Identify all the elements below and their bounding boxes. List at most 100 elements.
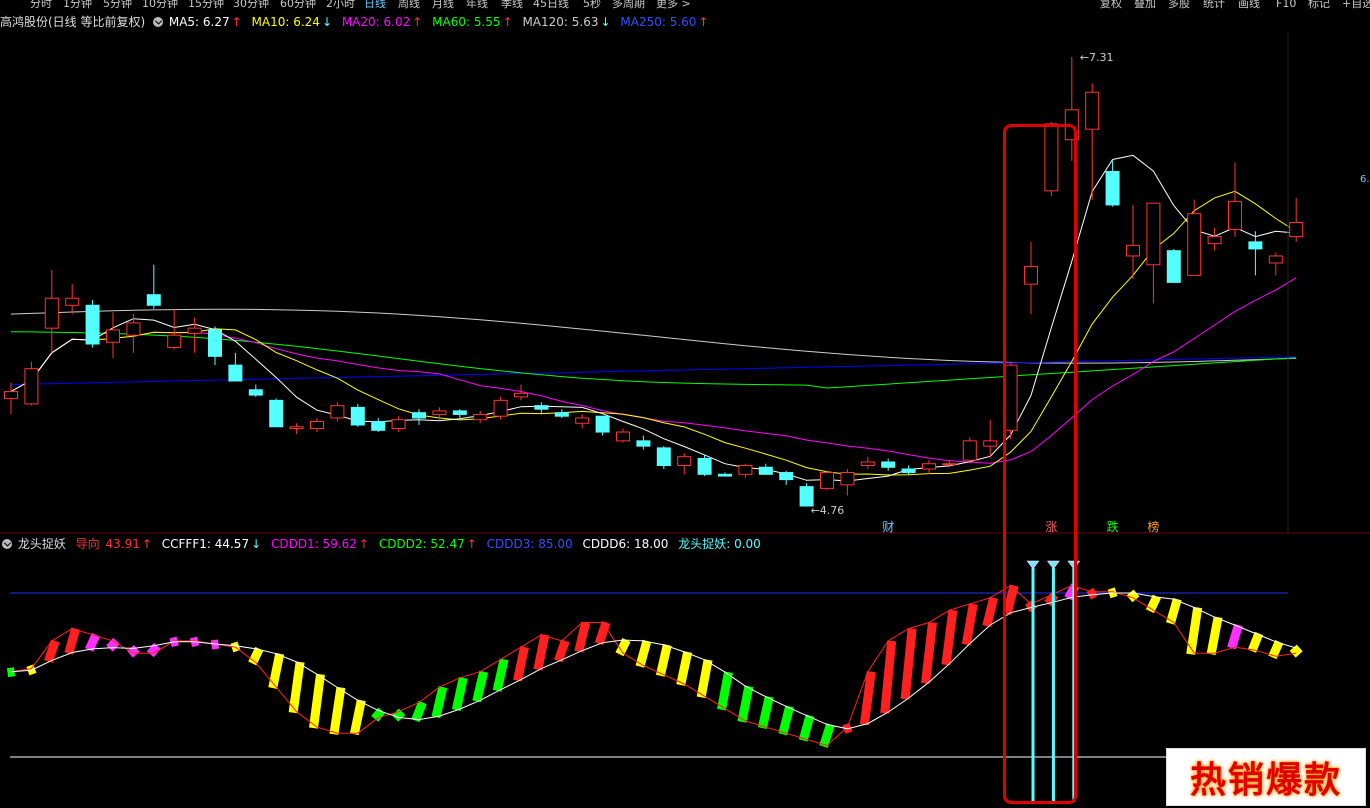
timeframe-tab[interactable]: 日线 <box>364 0 386 9</box>
event-marker: 涨 <box>1045 519 1057 534</box>
toolbar-action-button[interactable]: 统计 <box>1203 0 1225 9</box>
candle-body <box>1166 250 1181 283</box>
candle <box>881 458 896 471</box>
indicator-bar <box>533 633 550 671</box>
daoxiang-trend: ↑ <box>141 537 152 551</box>
timeframe-tab[interactable]: 多周期 <box>612 0 645 9</box>
diamond-icon <box>1067 560 1081 570</box>
diamond-icon <box>1046 560 1060 570</box>
candle-body <box>656 447 671 467</box>
indicator-bar <box>451 676 468 712</box>
toolbar-action-button[interactable]: 叠加 <box>1134 0 1156 9</box>
candle-body <box>718 473 732 477</box>
price-chart-panel[interactable]: ←7.31 ←4.76 财 涨 跌 榜 <box>0 32 1370 534</box>
cddd1-trend: ↑ <box>358 537 369 551</box>
timeframe-tab[interactable]: 5分钟 <box>103 0 132 9</box>
toolbar-action-button[interactable]: F10 <box>1276 0 1296 9</box>
cddd1-value: CDDD1: 59.62 <box>270 537 357 551</box>
candle-body <box>697 457 712 475</box>
indicator-bar <box>64 627 81 655</box>
ma5-value: MA5: 6.27 <box>168 15 230 29</box>
indicator-chart[interactable] <box>0 554 1370 808</box>
candle <box>758 463 773 475</box>
indicator-bar <box>1186 606 1203 655</box>
candle <box>575 414 590 429</box>
candle-body <box>473 413 488 421</box>
candle <box>820 470 834 491</box>
candle <box>391 416 406 433</box>
candle <box>1044 122 1059 197</box>
candle-body <box>126 322 141 336</box>
candle-body <box>1248 241 1263 250</box>
candle-body <box>860 461 875 467</box>
timeframe-tab[interactable]: 更多 > <box>656 0 691 9</box>
toolbar-action-button[interactable]: 画线 <box>1238 0 1260 9</box>
indicator-bar <box>329 686 346 735</box>
candle-body <box>1187 213 1202 276</box>
indicator-bar <box>737 685 754 723</box>
timeframe-tab[interactable]: 45日线 <box>533 0 569 9</box>
timeframe-tab[interactable]: 年线 <box>466 0 488 9</box>
main-chart-header: 高鸿股份(日线 等比前复权) MA5: 6.27 ↑ MA10: 6.24 ↓ MA… <box>0 12 711 32</box>
candle-body <box>350 406 365 426</box>
indicator-bar <box>696 658 713 699</box>
timeframe-tab[interactable]: 月线 <box>432 0 454 9</box>
candlestick-chart[interactable]: ←7.31 ←4.76 财 涨 跌 榜 <box>0 32 1370 534</box>
candle <box>1003 363 1018 440</box>
toolbar-action-button[interactable]: 多股 <box>1168 0 1190 9</box>
candle-body <box>1268 255 1283 264</box>
timeframe-tab[interactable]: 季线 <box>501 0 523 9</box>
indicator-dropdown-icon[interactable] <box>2 539 12 549</box>
timeframe-tab[interactable]: 15分钟 <box>188 0 224 9</box>
timeframe-tab[interactable]: 60分钟 <box>280 0 316 9</box>
timeframe-tab[interactable]: 2小时 <box>326 0 355 9</box>
timeframe-tab[interactable]: 10分钟 <box>142 0 178 9</box>
timeframe-tab[interactable]: 5秒 <box>583 0 601 9</box>
candle <box>146 264 161 309</box>
candle <box>1064 57 1079 161</box>
timeframe-toolbar: 分时 1分钟 5分钟 10分钟 15分钟 30分钟 60分钟 2小时 日线 周线 月线 年线 季线 45日… <box>0 0 1370 12</box>
ma5-trend: ↑ <box>231 15 242 29</box>
indicator-bar <box>676 650 693 686</box>
timeframe-tab[interactable]: 分时 <box>30 0 52 9</box>
candle <box>1146 202 1161 304</box>
high-price-label: ←7.31 <box>1080 51 1114 64</box>
indicator-bar <box>798 714 815 742</box>
indicator-chart-panel[interactable] <box>0 554 1370 808</box>
candle <box>1085 83 1100 200</box>
ma120-value: MA120: 5.63 <box>522 15 599 29</box>
candle <box>1126 204 1140 279</box>
candle <box>656 446 671 470</box>
ma60-value: MA60: 5.55 <box>432 15 501 29</box>
indicator-bar <box>554 639 570 663</box>
ma250-value: MA250: 5.60 <box>620 15 697 29</box>
settings-dropdown-icon[interactable] <box>153 17 164 27</box>
candle-body <box>962 440 977 461</box>
toolbar-action-button[interactable]: 复权 <box>1100 0 1122 9</box>
candle-body <box>881 461 896 468</box>
ma60-line <box>10 331 1297 389</box>
indicator-bar <box>615 638 631 657</box>
event-marker: 榜 <box>1147 519 1159 534</box>
event-marker: 跌 <box>1107 519 1119 534</box>
timeframe-tab[interactable]: 1分钟 <box>63 0 92 9</box>
candle <box>1268 252 1283 276</box>
timeframe-tab[interactable]: 30分钟 <box>233 0 269 9</box>
indicator-bar <box>492 658 509 692</box>
candle-body <box>310 420 324 430</box>
toolbar-action-button[interactable]: 标记 <box>1308 0 1330 9</box>
candle <box>493 396 508 420</box>
indicator-bar <box>717 671 733 711</box>
candle-body <box>901 468 916 474</box>
candle <box>799 483 814 507</box>
indicator-bar <box>941 609 958 666</box>
candle-body <box>44 297 59 329</box>
candle-body <box>65 297 80 306</box>
indicator-name: 龙头捉妖 <box>17 537 66 551</box>
timeframe-tab[interactable]: 周线 <box>398 0 420 9</box>
candle <box>330 402 345 422</box>
indicator-bar <box>1227 623 1243 650</box>
toolbar-action-button[interactable]: +自选 <box>1342 0 1370 9</box>
indicator-bar <box>982 596 999 628</box>
candle-body <box>1146 202 1161 266</box>
